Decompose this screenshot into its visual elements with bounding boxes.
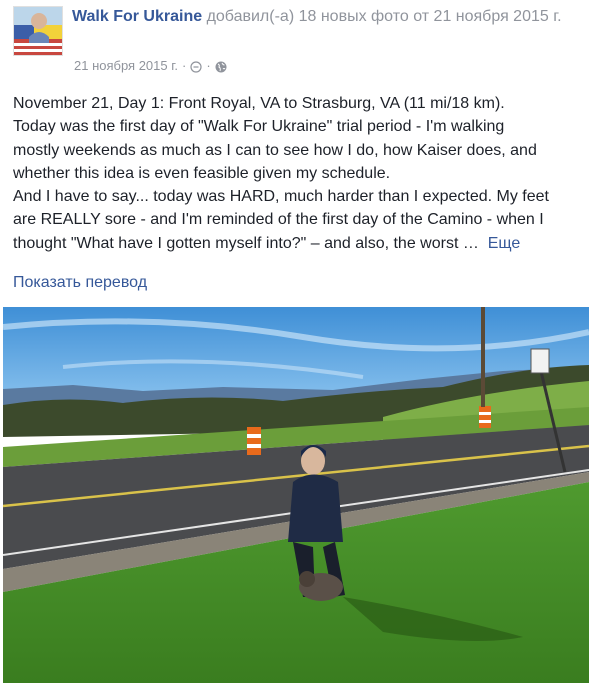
post-text-line-last: thought "What have I gotten myself into?… bbox=[13, 232, 592, 255]
post-photo[interactable] bbox=[3, 307, 589, 683]
post-action-text: добавил(-а) 18 новых фото от 21 ноября 2… bbox=[206, 8, 562, 25]
facebook-post: Walk For Ukraine добавил(-а) 18 новых фо… bbox=[0, 0, 592, 683]
post-text-line: are REALLY sore - and I'm reminded of th… bbox=[13, 211, 544, 229]
clock-icon bbox=[190, 60, 202, 73]
avatar-image bbox=[14, 7, 62, 55]
post-text-line: And I have to say... today was HARD, muc… bbox=[13, 188, 549, 206]
post-body: November 21, Day 1: Front Royal, VA to S… bbox=[13, 92, 592, 255]
photo-scene bbox=[3, 307, 589, 683]
post-text-truncated: thought "What have I gotten myself into?… bbox=[13, 234, 479, 252]
see-translation-link[interactable]: Показать перевод bbox=[13, 272, 147, 294]
page-name-link[interactable]: Walk For Ukraine bbox=[72, 8, 202, 25]
post-header: Walk For Ukraine добавил(-а) 18 новых фо… bbox=[72, 6, 582, 28]
post-text-line: Today was the first day of "Walk For Ukr… bbox=[13, 118, 505, 136]
page-avatar[interactable] bbox=[13, 6, 63, 56]
post-meta: 21 ноября 2015 г. · · bbox=[74, 57, 227, 75]
see-more-link[interactable]: Еще bbox=[488, 235, 521, 252]
post-text-line: November 21, Day 1: Front Royal, VA to S… bbox=[13, 95, 505, 112]
post-text-line: mostly weekends as much as I can to see … bbox=[13, 141, 537, 159]
post-text-line: whether this idea is even feasible given… bbox=[13, 164, 391, 182]
globe-icon[interactable] bbox=[215, 60, 227, 73]
post-timestamp-link[interactable]: 21 ноября 2015 г. bbox=[74, 57, 178, 75]
meta-separator-2: · bbox=[206, 58, 211, 73]
meta-separator: · bbox=[182, 58, 187, 73]
